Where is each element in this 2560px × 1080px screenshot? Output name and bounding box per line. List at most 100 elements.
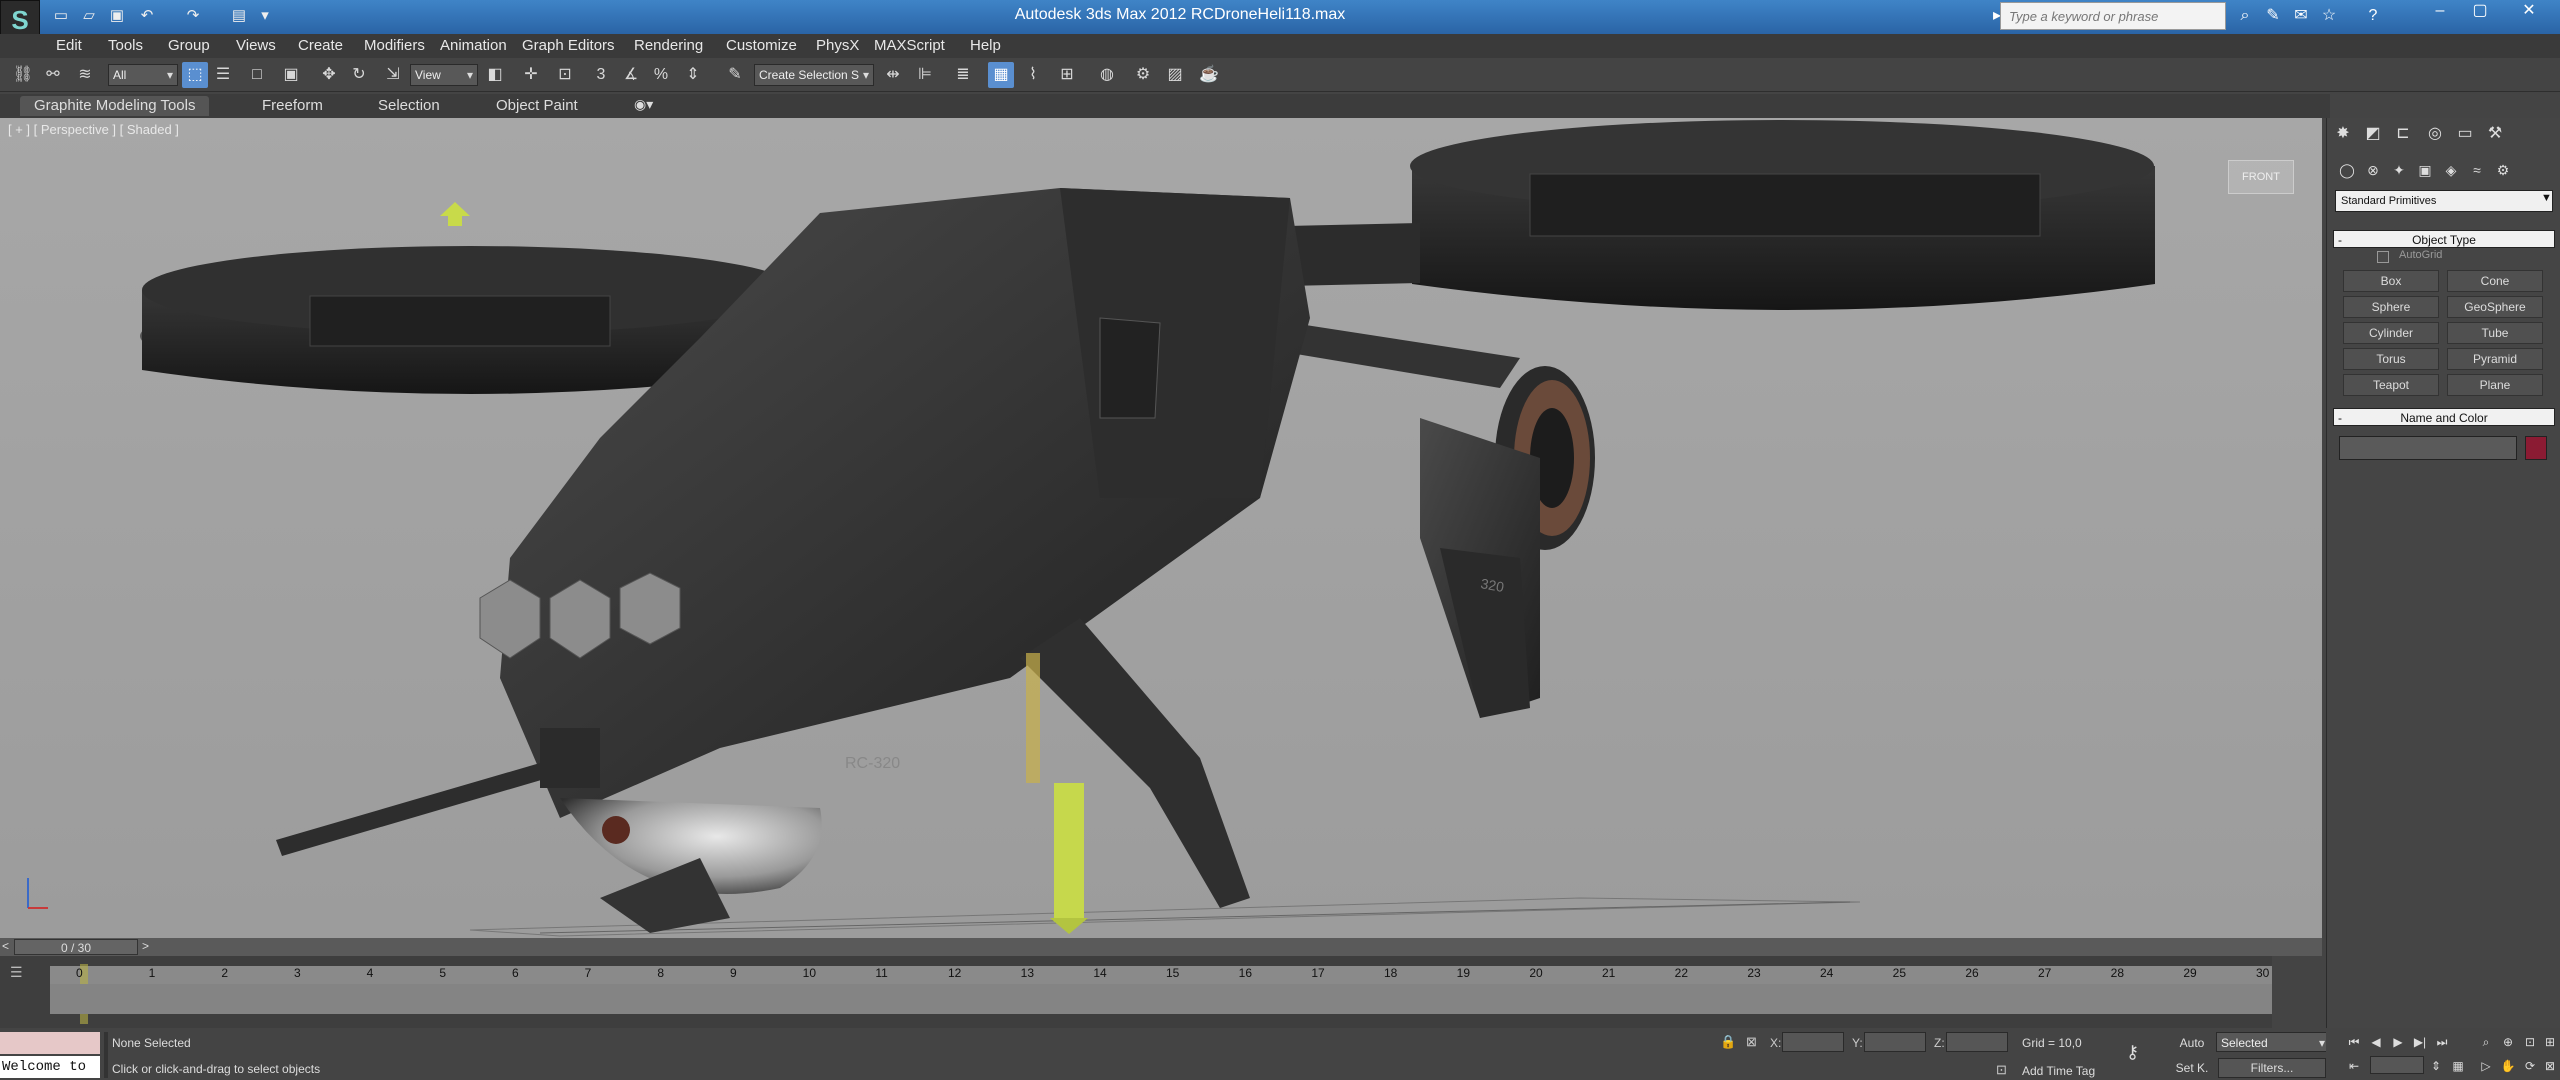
name-and-color-rollout[interactable]: - Name and Color	[2333, 408, 2555, 426]
rectangular-selection-icon[interactable]: □	[244, 62, 270, 88]
menu-customize[interactable]: Customize	[726, 37, 797, 54]
redo-icon[interactable]: ↷	[182, 5, 204, 27]
drone-helicopter-model[interactable]: RC-320 320	[0, 118, 2322, 938]
teapot-button[interactable]: Teapot	[2343, 374, 2439, 396]
go-to-start-icon[interactable]: ⏮	[2344, 1032, 2364, 1052]
add-time-tag[interactable]: Add Time Tag	[2022, 1064, 2095, 1078]
schematic-view-icon[interactable]: ⊞	[1054, 62, 1080, 88]
communication-center-icon[interactable]: ✉	[2290, 5, 2312, 27]
pivot-center-icon[interactable]: ◧	[482, 62, 508, 88]
snaps-toggle-icon[interactable]: 3	[588, 62, 614, 88]
select-by-name-icon[interactable]: ☰	[210, 62, 236, 88]
viewcube[interactable]: FRONT	[2228, 160, 2294, 194]
time-slider[interactable]: < 0 / 30 >	[0, 938, 2322, 956]
object-type-rollout[interactable]: - Object Type	[2333, 230, 2555, 248]
reference-coordinate-dropdown[interactable]: View	[410, 64, 478, 86]
time-configuration-icon[interactable]: ▦	[2448, 1056, 2468, 1076]
frame-counter[interactable]: 0 / 30	[14, 939, 138, 955]
lights-icon[interactable]: ✦	[2387, 158, 2411, 182]
menu-create[interactable]: Create	[298, 37, 343, 54]
ribbon-options-icon[interactable]: ◉▾	[634, 96, 653, 113]
angle-snap-icon[interactable]: ∡	[618, 62, 644, 88]
select-and-manipulate-icon[interactable]: ✛	[518, 62, 544, 88]
menu-graph-editors[interactable]: Graph Editors	[522, 37, 615, 54]
favorites-star-icon[interactable]: ☆	[2318, 5, 2340, 27]
pyramid-button[interactable]: Pyramid	[2447, 348, 2543, 370]
tab-freeform[interactable]: Freeform	[248, 96, 337, 116]
set-key-button[interactable]: Set K.	[2172, 1058, 2212, 1078]
set-key-icon[interactable]: ⚷	[2126, 1042, 2139, 1063]
menu-maxscript[interactable]: MAXScript	[874, 37, 945, 54]
new-file-icon[interactable]: ▭	[50, 5, 72, 27]
absolute-mode-icon[interactable]: ⊠	[1746, 1034, 1757, 1050]
play-icon[interactable]: ▶	[2388, 1032, 2408, 1052]
named-selection-dropdown[interactable]: Create Selection S	[754, 64, 874, 86]
menu-group[interactable]: Group	[168, 37, 210, 54]
z-coordinate-input[interactable]	[1946, 1032, 2008, 1052]
help-icon[interactable]: ?	[2362, 5, 2384, 27]
create-tab-icon[interactable]: ✸	[2331, 122, 2355, 146]
maxscript-input[interactable]: Welcome to	[0, 1056, 100, 1078]
y-coordinate-input[interactable]	[1864, 1032, 1926, 1052]
menu-modifiers[interactable]: Modifiers	[364, 37, 425, 54]
mirror-icon[interactable]: ⇹	[880, 62, 906, 88]
menu-physx[interactable]: PhysX	[816, 37, 859, 54]
current-frame-input[interactable]	[2370, 1056, 2424, 1074]
tube-button[interactable]: Tube	[2447, 322, 2543, 344]
auto-key-button[interactable]: Auto	[2172, 1032, 2212, 1054]
render-setup-icon[interactable]: ⚙	[1130, 62, 1156, 88]
torus-button[interactable]: Torus	[2343, 348, 2439, 370]
search-input[interactable]: Type a keyword or phrase	[2000, 2, 2226, 30]
tab-graphite-modeling-tools[interactable]: Graphite Modeling Tools	[20, 96, 210, 116]
hierarchy-tab-icon[interactable]: ⊏	[2391, 122, 2415, 146]
curve-editor-icon[interactable]: ⌇	[1020, 62, 1046, 88]
shapes-icon[interactable]: ⊗	[2361, 158, 2385, 182]
percent-snap-icon[interactable]: %	[648, 62, 674, 88]
zoom-all-icon[interactable]: ⊕	[2498, 1032, 2518, 1052]
key-filters-button[interactable]: Filters...	[2218, 1058, 2326, 1078]
go-to-end-icon[interactable]: ⏭	[2432, 1032, 2452, 1052]
open-file-icon[interactable]: ▱	[78, 5, 100, 27]
rendered-frame-window-icon[interactable]: ▨	[1162, 62, 1188, 88]
tab-selection[interactable]: Selection	[364, 96, 454, 116]
box-button[interactable]: Box	[2343, 270, 2439, 292]
maximize-viewport-icon[interactable]: ⊠	[2540, 1056, 2560, 1076]
object-color-swatch[interactable]	[2525, 436, 2547, 460]
maxscript-listener[interactable]: Welcome to	[0, 1032, 100, 1078]
tab-object-paint[interactable]: Object Paint	[482, 96, 592, 116]
undo-icon[interactable]: ↶	[136, 5, 158, 27]
select-object-icon[interactable]: ⬚	[182, 62, 208, 88]
spinner-snap-icon[interactable]: ⇕	[680, 62, 706, 88]
select-and-link-icon[interactable]: ⛓	[10, 62, 36, 88]
display-tab-icon[interactable]: ▭	[2453, 122, 2477, 146]
menu-help[interactable]: Help	[970, 37, 1001, 54]
zoom-extents-all-icon[interactable]: ⊞	[2540, 1032, 2560, 1052]
key-mode-toggle-icon[interactable]: ⇤	[2344, 1056, 2364, 1076]
selection-lock-icon[interactable]: 🔒	[1720, 1034, 1736, 1050]
menu-views[interactable]: Views	[236, 37, 276, 54]
primitive-category-dropdown[interactable]: Standard Primitives	[2335, 190, 2553, 212]
cameras-icon[interactable]: ▣	[2413, 158, 2437, 182]
previous-frame-icon[interactable]: ◀	[2366, 1032, 2386, 1052]
sphere-button[interactable]: Sphere	[2343, 296, 2439, 318]
select-and-move-icon[interactable]: ✥	[316, 62, 342, 88]
manage-layers-icon[interactable]: ≣	[950, 62, 976, 88]
graphite-toggle-icon[interactable]: ▦	[988, 62, 1014, 88]
pan-view-icon[interactable]: ✋	[2498, 1056, 2518, 1076]
field-of-view-icon[interactable]: ▷	[2476, 1056, 2496, 1076]
project-folder-icon[interactable]: ▤	[228, 5, 250, 27]
utilities-tab-icon[interactable]: ⚒	[2483, 122, 2507, 146]
space-warps-icon[interactable]: ≈	[2465, 158, 2489, 182]
selection-filter-dropdown[interactable]: All	[108, 64, 178, 86]
window-crossing-icon[interactable]: ▣	[278, 62, 304, 88]
menu-tools[interactable]: Tools	[108, 37, 143, 54]
zoom-icon[interactable]: ⌕	[2476, 1032, 2496, 1052]
quick-access-dropdown-icon[interactable]: ▾	[254, 5, 276, 27]
unlink-selection-icon[interactable]: ⚯	[40, 62, 66, 88]
edit-named-selection-icon[interactable]: ✎	[722, 62, 748, 88]
menu-rendering[interactable]: Rendering	[634, 37, 703, 54]
mini-curve-editor-icon[interactable]: ☰	[10, 964, 23, 981]
autogrid-checkbox[interactable]	[2377, 251, 2389, 263]
select-and-scale-icon[interactable]: ⇲	[380, 62, 406, 88]
geometry-icon[interactable]: ◯	[2335, 158, 2359, 182]
